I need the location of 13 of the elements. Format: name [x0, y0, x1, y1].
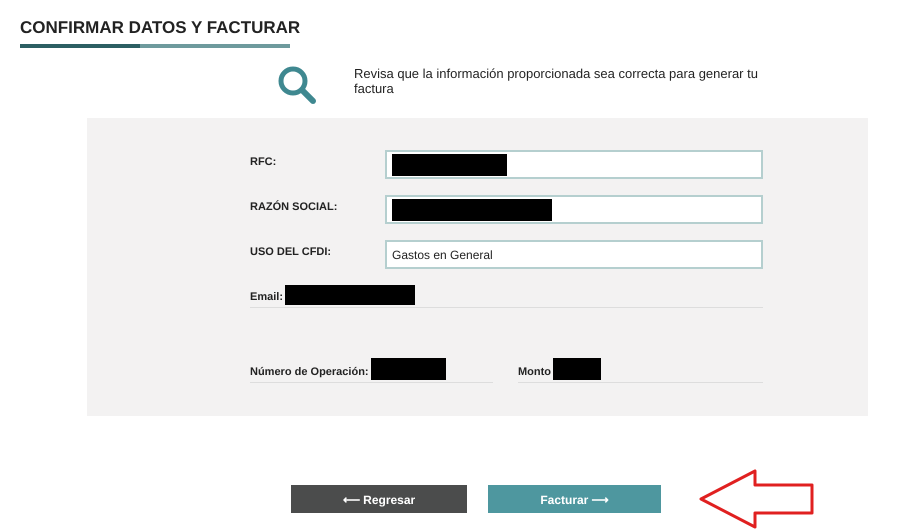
input-field[interactable]	[385, 150, 763, 179]
field-label: USO DEL CFDI:	[250, 245, 332, 260]
input-field[interactable]	[385, 195, 763, 224]
field-label: Número de Operación:	[250, 364, 369, 380]
page-title: CONFIRMAR DATOS Y FACTURAR	[20, 18, 302, 38]
back-button[interactable]: ⟵ Regresar	[291, 485, 467, 513]
search-icon	[276, 64, 318, 106]
field-label: RFC:	[250, 155, 278, 170]
input-field[interactable]: Gastos en General	[385, 240, 763, 269]
field-label: Email:	[250, 290, 284, 304]
field-label: Monto	[518, 364, 551, 380]
field-label: RAZÓN SOCIAL:	[250, 199, 338, 215]
instruction-text: Revisa que la información proporcionada sea correcta para generar tu factura	[354, 66, 759, 96]
